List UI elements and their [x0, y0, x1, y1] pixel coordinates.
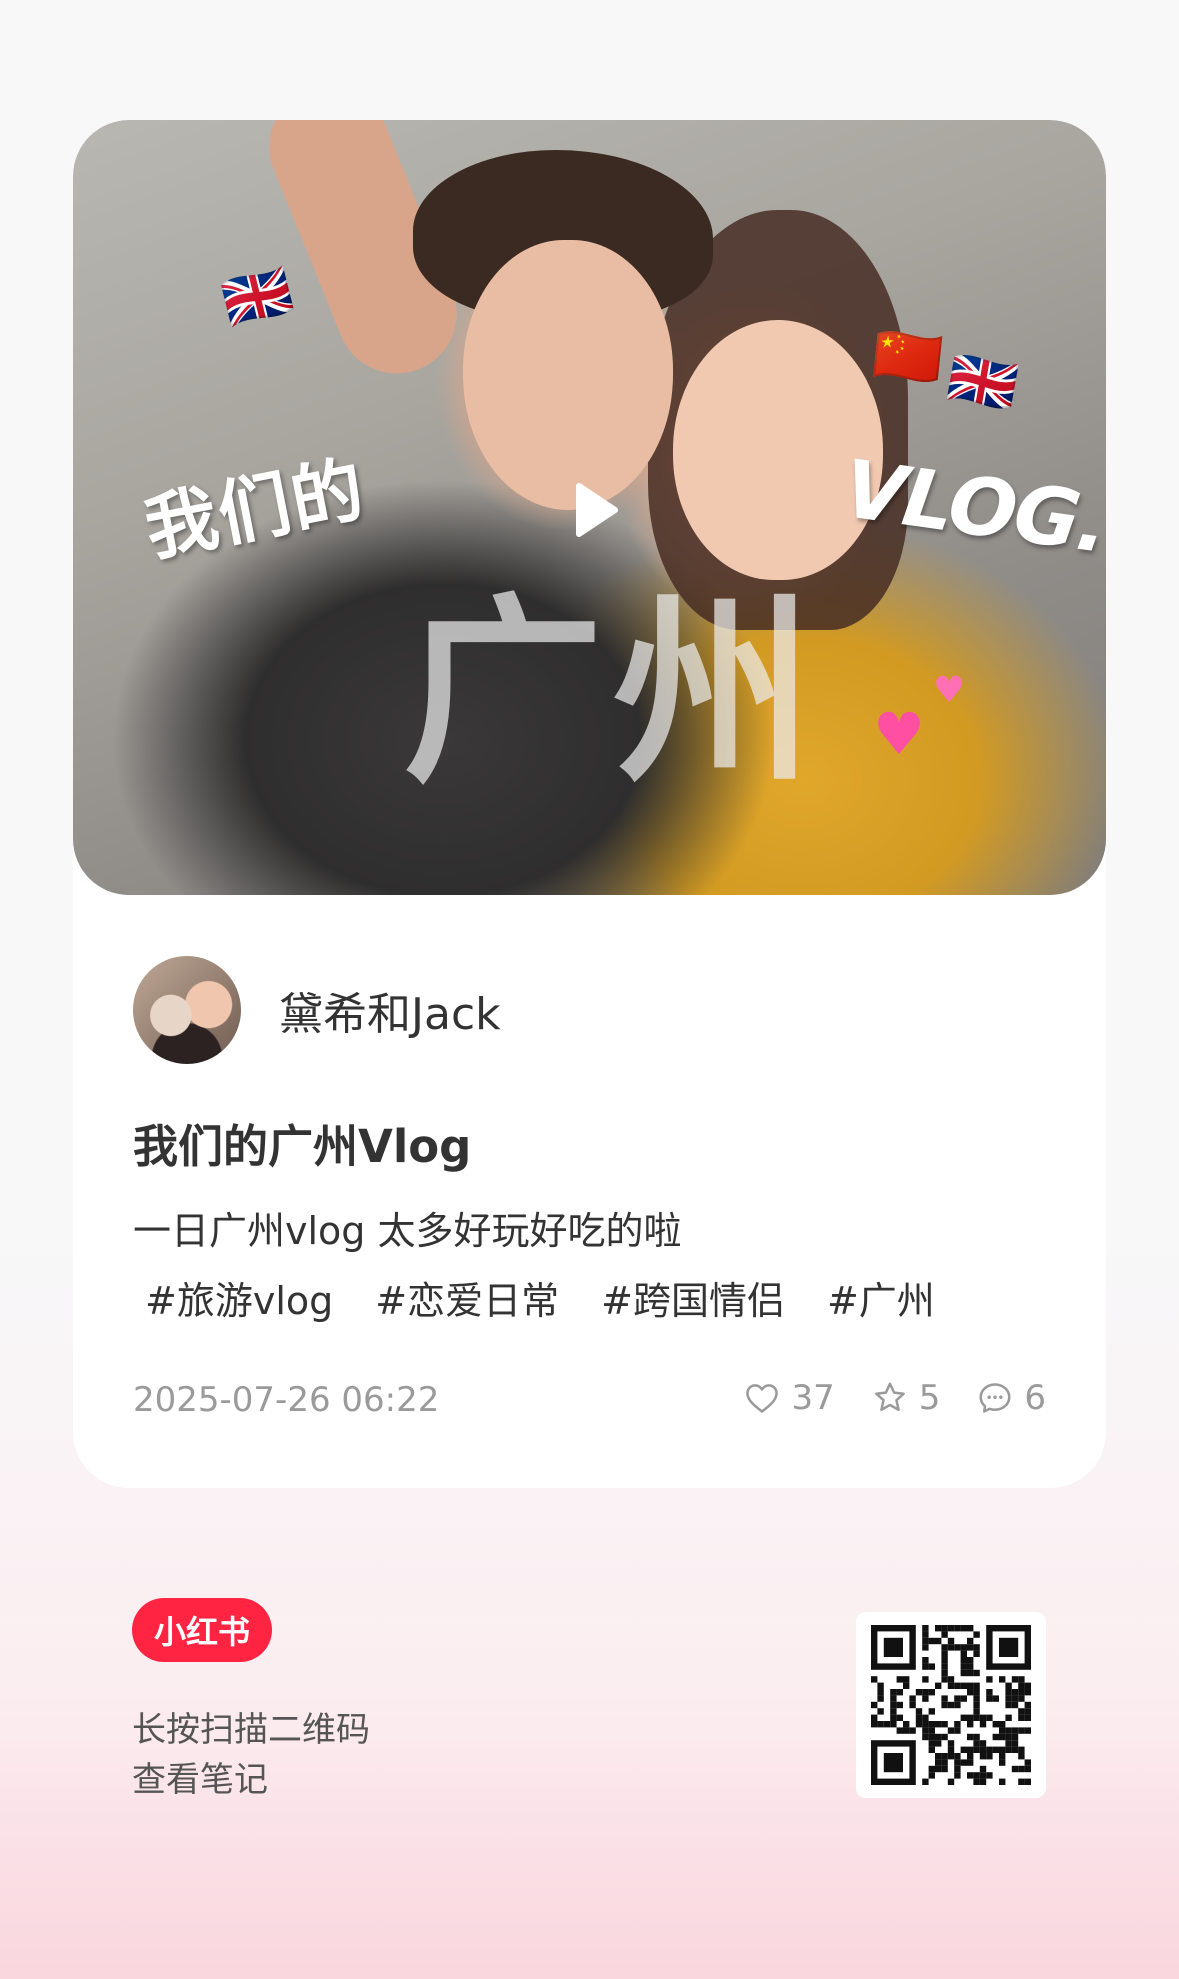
note-description: 一日广州vlog 太多好玩好吃的啦 [133, 1209, 682, 1253]
meta-row: 2025-07-26 06:22 37 5 6 [133, 1370, 1046, 1430]
uk-flag-icon: 🇬🇧 [942, 344, 1023, 421]
like-count: 37 [791, 1378, 835, 1418]
qr-code[interactable] [856, 1612, 1046, 1798]
scan-instructions: 长按扫描二维码 查看笔记 [132, 1705, 370, 1805]
play-icon[interactable] [565, 480, 625, 540]
heart-icon: ♥ [873, 700, 925, 768]
note-card: 广州 我们的 VLOG. 🇬🇧 🇨🇳 🇬🇧 ♥ ♥ 黛希和Jack 我们的广州V… [73, 120, 1106, 1488]
scan-line-2: 查看笔记 [132, 1760, 268, 1800]
cover-text-guangzhou: 广州 [403, 577, 824, 810]
favorite-stat[interactable]: 5 [871, 1378, 941, 1418]
favorite-count: 5 [918, 1378, 941, 1418]
post-date: 2025-07-26 06:22 [133, 1380, 440, 1420]
comment-icon [979, 1383, 1011, 1413]
author-name[interactable]: 黛希和Jack [279, 978, 501, 1042]
comment-count: 6 [1024, 1378, 1046, 1418]
tag-link[interactable]: #广州 [827, 1270, 935, 1325]
cover-face-shape [463, 240, 673, 510]
tag-link[interactable]: #跨国情侣 [601, 1270, 785, 1325]
avatar[interactable] [133, 956, 241, 1064]
note-title: 我们的广州Vlog [133, 1120, 472, 1173]
comment-stat[interactable]: 6 [976, 1378, 1046, 1418]
qr-code-graphic [871, 1625, 1031, 1785]
stats-group: 37 5 6 [743, 1378, 1046, 1418]
scan-line-1: 长按扫描二维码 [132, 1710, 370, 1750]
like-stat[interactable]: 37 [743, 1378, 835, 1418]
video-cover[interactable]: 广州 我们的 VLOG. 🇬🇧 🇨🇳 🇬🇧 ♥ ♥ [73, 120, 1106, 895]
star-icon [874, 1382, 905, 1411]
heart-icon [746, 1384, 779, 1413]
tag-link[interactable]: #恋爱日常 [375, 1270, 559, 1325]
cover-text-women: 我们的 [138, 446, 373, 572]
xiaohongshu-logo: 小红书 [132, 1598, 272, 1662]
heart-icon: ♥ [933, 670, 966, 711]
author-row[interactable]: 黛希和Jack [133, 955, 501, 1065]
china-flag-icon: 🇨🇳 [869, 321, 946, 394]
uk-flag-icon: 🇬🇧 [216, 257, 300, 338]
tag-link[interactable]: #旅游vlog [145, 1270, 333, 1325]
tag-list: #旅游vlog #恋爱日常 #跨国情侣 #广州 [145, 1270, 935, 1325]
